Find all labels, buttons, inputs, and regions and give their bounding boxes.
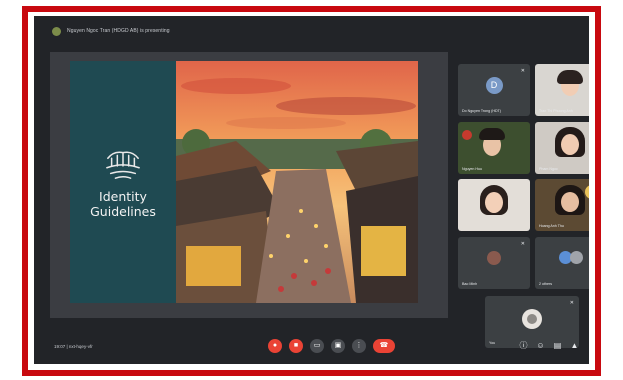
meet-window: Nguyen Ngoc Tran (HDGD AB) is presenting <box>34 16 589 364</box>
participant-name: Tran Thi Phuong Anh <box>539 109 573 113</box>
participant-tile[interactable] <box>458 179 530 231</box>
presenting-label: Nguyen Ngoc Tran (HDGD AB) is presenting <box>67 28 170 34</box>
participant-tile[interactable]: D ✕ Do Nguyen Trong (HDT) <box>458 64 530 116</box>
participant-name: Pham Ngoc <box>539 167 558 171</box>
present-icon[interactable]: ▣ <box>331 339 345 353</box>
chat-icon[interactable]: ▤ <box>553 341 562 350</box>
mic-off-icon: ✕ <box>569 300 574 306</box>
participant-tile[interactable]: ✕ Bao Minh <box>458 237 530 289</box>
mic-off-icon[interactable]: ● <box>268 339 282 353</box>
call-controls-bar: 19:07 | nxt-hqey-vfr ● ■ ▭ ▣ ⋮ ☎ ⓘ ☺ ▤ ▲ <box>34 328 589 364</box>
participant-tile[interactable]: Pham Ngoc <box>535 122 589 174</box>
participant-name: Hoang Anh Thu <box>539 224 564 228</box>
mic-off-icon: ✕ <box>520 241 525 247</box>
captions-icon[interactable]: ▭ <box>310 339 324 353</box>
participant-face <box>561 192 579 212</box>
hoi-an-photo <box>176 61 418 303</box>
presentation-slide: Identity Guidelines <box>70 61 418 303</box>
presentation-header: Nguyen Ngoc Tran (HDGD AB) is presenting <box>34 16 589 46</box>
participant-tile[interactable]: Nguyen Huu <box>458 122 530 174</box>
participant-hair <box>479 128 505 140</box>
participant-tile[interactable]: 2 others <box>535 237 589 289</box>
presenter-icon <box>52 26 61 36</box>
participant-name: Do Nguyen Trong (HDT) <box>462 109 501 113</box>
participant-name: Bao Minh <box>462 282 478 286</box>
participant-face <box>485 192 503 213</box>
decoration <box>585 185 589 199</box>
more-icon[interactable]: ⋮ <box>352 339 366 353</box>
activities-icon[interactable]: ▲ <box>570 341 579 350</box>
participant-avatar: D <box>485 77 503 94</box>
shared-screen[interactable]: Identity Guidelines <box>50 52 448 318</box>
participant-avatar <box>487 251 501 265</box>
meeting-info: 19:07 | nxt-hqey-vfr <box>54 343 93 349</box>
participant-tile[interactable]: Hoang Anh Thu <box>535 179 589 231</box>
participant-avatar <box>570 251 583 264</box>
call-controls: ● ■ ▭ ▣ ⋮ ☎ <box>268 339 395 353</box>
hangup-icon[interactable]: ☎ <box>373 339 395 353</box>
participant-name: 2 others <box>539 282 552 286</box>
slide-title-panel: Identity Guidelines <box>70 61 176 303</box>
mic-off-icon: ✕ <box>520 68 525 74</box>
red-border-frame: Nguyen Ngoc Tran (HDGD AB) is presenting <box>22 6 601 376</box>
slide-title-line-1: Identity <box>99 189 147 204</box>
participant-name: Nguyen Huu <box>462 167 482 171</box>
slide-title-line-2: Guidelines <box>90 204 156 219</box>
participant-hair <box>557 70 583 84</box>
camera-off-icon[interactable]: ■ <box>289 339 303 353</box>
self-avatar-inner <box>527 314 537 324</box>
people-icon[interactable]: ☺ <box>536 341 545 350</box>
participant-face <box>561 134 579 155</box>
side-controls: ⓘ ☺ ▤ ▲ <box>519 341 579 350</box>
brand-logo-icon <box>106 151 140 179</box>
decoration <box>462 130 472 140</box>
info-icon[interactable]: ⓘ <box>519 341 528 350</box>
participant-tile[interactable]: Tran Thi Phuong Anh <box>535 64 589 116</box>
